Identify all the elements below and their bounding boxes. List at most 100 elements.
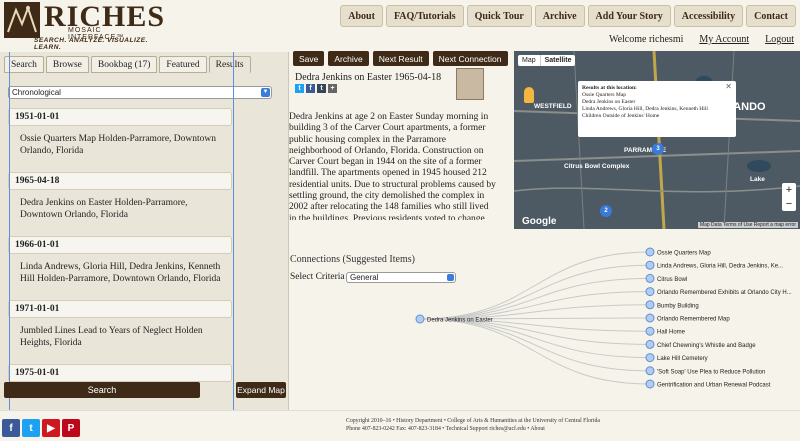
nav-faq-button[interactable]: FAQ/Tutorials	[385, 5, 464, 27]
share-icon[interactable]: +	[328, 84, 337, 93]
tab-browse[interactable]: Browse	[45, 56, 89, 73]
close-icon[interactable]: ✕	[725, 83, 732, 91]
connection-node-label[interactable]: Citrus Bowl	[657, 277, 687, 283]
nav-about-button[interactable]: About	[340, 5, 383, 27]
timeline-line	[233, 52, 234, 441]
result-date: 1975-01-01	[8, 364, 232, 382]
map-tab-satellite[interactable]: Satellite	[539, 55, 576, 66]
logo-mark-icon	[4, 2, 40, 38]
my-account-link[interactable]: My Account	[699, 34, 749, 45]
tab-featured[interactable]: Featured	[159, 56, 207, 73]
logout-link[interactable]: Logout	[765, 34, 794, 45]
result-title[interactable]: Linda Andrews, Gloria Hill, Dedra Jenkin…	[8, 258, 232, 296]
youtube-icon[interactable]: ▶	[42, 419, 60, 437]
user-bar: Welcome richesmi My Account Logout	[609, 34, 794, 45]
map-roads	[514, 51, 800, 229]
connection-node[interactable]	[645, 379, 655, 389]
map-label: Lake	[750, 176, 765, 183]
pinterest-icon[interactable]: P	[62, 419, 80, 437]
street-view-pegman-icon[interactable]	[524, 87, 534, 103]
share-icons: t f t +	[295, 84, 337, 93]
item-thumbnail[interactable]	[456, 68, 484, 100]
map-cluster-marker[interactable]: 3	[652, 143, 664, 155]
connection-node-label[interactable]: Gentrification and Urban Renewal Podcast	[657, 383, 771, 389]
connection-node[interactable]	[645, 300, 655, 310]
expand-map-button[interactable]: Expand Map	[236, 382, 286, 398]
tumblr-icon[interactable]: t	[317, 84, 326, 93]
result-date: 1971-01-01	[8, 300, 232, 318]
sort-select-value: Chronological	[12, 88, 61, 97]
nav-contact-button[interactable]: Contact	[746, 5, 796, 27]
left-panel: Search Browse Bookbag (17) Featured Resu…	[0, 52, 289, 410]
item-action-bar: Save Archive Next Result Next Connection	[293, 51, 508, 66]
popup-item[interactable]: Ossie Quarters Map	[582, 92, 732, 99]
tab-results[interactable]: Results	[208, 56, 251, 73]
popup-item[interactable]: Children Outside of Jenkins' Home	[582, 113, 732, 120]
connection-link	[419, 277, 651, 320]
connection-node-label[interactable]: Orlando Remembered Exhibits at Orlando C…	[657, 290, 792, 296]
connection-node-label[interactable]: 'Soft Soap' Use Plea to Reduce Pollution	[657, 369, 765, 375]
item-title: Dedra Jenkins on Easter 1965-04-18	[295, 72, 442, 83]
riches-logo[interactable]: RICHES MOSAIC INTERFACE™ SEARCH. ANALYZE…	[4, 0, 164, 51]
header: RICHES MOSAIC INTERFACE™ SEARCH. ANALYZE…	[0, 0, 800, 51]
archive-button[interactable]: Archive	[328, 51, 369, 66]
popup-title: Results at this location:	[582, 85, 637, 91]
connection-node[interactable]	[645, 353, 655, 363]
connection-node-label[interactable]: Ossie Quarters Map	[657, 251, 711, 257]
connection-node-label[interactable]: Linda Andrews, Gloria Hill, Dedra Jenkin…	[657, 264, 783, 270]
connection-node-label[interactable]: Bumby Building	[657, 303, 699, 309]
connections-graph-svg: Ossie Quarters Map Linda Andrews, Gloria …	[415, 247, 792, 389]
results-list: 1951-01-01 Ossie Quarters Map Holden-Par…	[8, 108, 232, 408]
connection-node[interactable]	[645, 260, 655, 270]
nav-accessibility-button[interactable]: Accessibility	[673, 5, 744, 27]
map-tab-map[interactable]: Map	[518, 55, 540, 66]
next-result-button[interactable]: Next Result	[372, 51, 429, 66]
next-connection-button[interactable]: Next Connection	[432, 51, 508, 66]
connections-graph: Ossie Quarters Map Linda Andrews, Gloria …	[410, 240, 800, 400]
connection-node[interactable]	[645, 287, 655, 297]
result-title[interactable]: Jumbled Lines Lead to Years of Neglect H…	[8, 322, 232, 360]
social-links: f t ▶ P	[2, 419, 80, 437]
facebook-icon[interactable]: f	[2, 419, 20, 437]
copyright-line: Copyright 2010–16 • History Department •…	[346, 418, 600, 424]
map-view[interactable]: Map Satellite WESTFIELD ORLANDO PARRAMOR…	[514, 51, 800, 229]
map-zoom-control: + −	[782, 183, 796, 211]
twitter-icon[interactable]: t	[295, 84, 304, 93]
connection-node[interactable]	[645, 313, 655, 323]
zoom-out-button[interactable]: −	[782, 197, 796, 211]
connection-node[interactable]	[645, 339, 655, 349]
left-tabs: Search Browse Bookbag (17) Featured Resu…	[4, 56, 251, 73]
connection-link	[419, 251, 651, 320]
connection-node-label[interactable]: Orlando Remembered Map	[657, 317, 730, 323]
nav-add-story-button[interactable]: Add Your Story	[587, 5, 671, 27]
copyright-text: Copyright 2010–16 • History Department •…	[346, 417, 606, 433]
connection-node-label[interactable]: Chief Chewning's Whistle and Badge	[657, 343, 756, 349]
logo-tagline: SEARCH. ANALYZE. VISUALIZE. LEARN.	[34, 37, 148, 51]
nav-archive-button[interactable]: Archive	[534, 5, 585, 27]
save-button[interactable]: Save	[293, 51, 325, 66]
nav-quick-tour-button[interactable]: Quick Tour	[466, 5, 532, 27]
search-button[interactable]: Search	[4, 382, 200, 398]
result-date: 1951-01-01	[8, 108, 232, 126]
connection-node[interactable]	[645, 273, 655, 283]
popup-item[interactable]: Linda Andrews, Gloria Hill, Dedra Jenkin…	[582, 106, 732, 113]
google-logo: Google	[522, 216, 557, 227]
zoom-in-button[interactable]: +	[782, 183, 796, 197]
connection-node-label[interactable]: Hall Home	[657, 330, 686, 336]
welcome-text: Welcome richesmi	[608, 34, 684, 45]
contact-line: Phone 407-823-0242 Fax: 407-823-3184 • T…	[346, 426, 545, 432]
tab-bookbag[interactable]: Bookbag (17)	[90, 56, 158, 73]
map-label: Citrus Bowl Complex	[564, 163, 630, 170]
facebook-icon[interactable]: f	[306, 84, 315, 93]
connection-center-node[interactable]	[415, 314, 425, 324]
connection-node-label[interactable]: Lake Hill Cemetery	[657, 356, 708, 362]
twitter-icon[interactable]: t	[22, 419, 40, 437]
connection-node[interactable]	[645, 326, 655, 336]
popup-item[interactable]: Dedra Jenkins on Easter	[582, 99, 732, 106]
result-title[interactable]: Ossie Quarters Map Holden-Parramore, Dow…	[8, 130, 232, 168]
map-cluster-marker[interactable]: 2	[600, 205, 612, 217]
map-attribution[interactable]: Map Data Terms of Use Report a map error	[697, 222, 798, 228]
connection-node[interactable]	[645, 366, 655, 376]
result-title[interactable]: Dedra Jenkins on Easter Holden-Parramore…	[8, 194, 232, 232]
connection-node[interactable]	[645, 247, 655, 257]
